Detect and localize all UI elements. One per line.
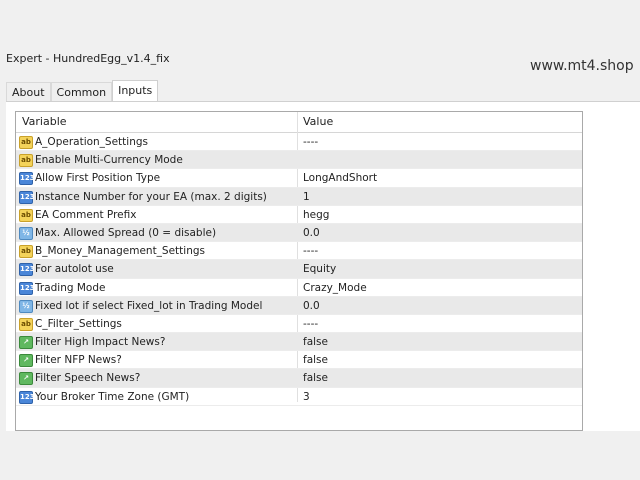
boolean-type-icon: ↗ (19, 354, 33, 368)
table-row[interactable]: ab EA Comment Prefix hegg (16, 206, 582, 224)
table-row[interactable]: ↗ Filter NFP News? false (16, 351, 582, 370)
integer-type-icon: 123 (19, 172, 35, 186)
row-variable: B_Money_Management_Settings (35, 245, 205, 258)
table-row[interactable]: ↗ Filter High Impact News? false (16, 333, 582, 352)
row-value[interactable]: hegg (303, 206, 329, 224)
text-type-icon: ab (19, 208, 33, 222)
row-variable: Trading Mode (35, 281, 106, 294)
double-type-icon: ½ (19, 299, 33, 313)
row-value[interactable]: ---- (303, 133, 318, 151)
header-variable[interactable]: Variable (22, 112, 67, 132)
grid-rows: ab A_Operation_Settings ---- ab Enable Multi… (16, 133, 582, 406)
table-row[interactable]: 123 Trading Mode Crazy_Mode (16, 279, 582, 297)
double-type-icon: ½ (19, 226, 33, 240)
row-variable: For autolot use (35, 263, 114, 276)
integer-type-icon: 123 (19, 263, 35, 277)
grid-header: Variable Value (16, 112, 582, 133)
table-row[interactable]: ab B_Money_Management_Settings ---- (16, 242, 582, 261)
row-value[interactable]: false (303, 351, 328, 369)
tab-bar: About Common Inputs (6, 80, 159, 103)
row-variable: Enable Multi-Currency Mode (35, 154, 183, 167)
row-variable: Instance Number for your EA (max. 2 digi… (35, 190, 267, 203)
row-value[interactable]: Equity (303, 260, 336, 278)
text-type-icon: ab (19, 317, 33, 331)
row-value[interactable]: 0.0 (303, 224, 320, 242)
text-type-icon: ab (19, 136, 33, 149)
watermark: www.mt4.shop (530, 58, 634, 74)
boolean-type-icon: ↗ (19, 372, 33, 386)
tab-about[interactable]: About (6, 82, 51, 103)
row-variable: C_Filter_Settings (35, 317, 122, 330)
table-row[interactable]: ab Enable Multi-Currency Mode (16, 151, 582, 170)
text-type-icon: ab (19, 245, 33, 259)
row-variable: A_Operation_Settings (35, 136, 149, 148)
row-value[interactable]: 3 (303, 388, 310, 406)
row-variable: Filter High Impact News? (35, 336, 166, 349)
table-row[interactable]: ab A_Operation_Settings ---- (16, 133, 582, 152)
table-row[interactable]: ab C_Filter_Settings ---- (16, 315, 582, 334)
row-variable: EA Comment Prefix (35, 208, 137, 221)
row-value[interactable]: ---- (303, 242, 318, 260)
row-value[interactable]: false (303, 333, 328, 351)
row-variable: Max. Allowed Spread (0 = disable) (35, 226, 217, 239)
inputs-grid: Variable Value ab A_Operation_Settings ---… (15, 111, 583, 431)
table-row[interactable]: 123 For autolot use Equity (16, 260, 582, 279)
tab-inputs[interactable]: Inputs (112, 80, 159, 103)
row-value[interactable]: 0.0 (303, 297, 320, 315)
table-row[interactable]: ½ Max. Allowed Spread (0 = disable) 0.0 (16, 223, 582, 243)
row-variable: Allow First Position Type (35, 172, 161, 185)
header-value[interactable]: Value (303, 112, 333, 132)
tab-common[interactable]: Common (50, 82, 113, 103)
row-value[interactable]: ---- (303, 315, 318, 333)
row-value[interactable]: false (303, 369, 328, 387)
window-title: Expert - HundredEgg_v1.4_fix (6, 52, 170, 65)
row-variable: Filter Speech News? (35, 372, 141, 385)
table-row[interactable]: 123 Your Broker Time Zone (GMT) 3 (16, 388, 582, 406)
row-variable: Filter NFP News? (35, 354, 122, 367)
text-type-icon: ab (19, 154, 33, 168)
top-band (0, 0, 640, 50)
row-value[interactable]: Crazy_Mode (303, 279, 367, 297)
table-row[interactable]: 123 Allow First Position Type LongAndShort (16, 169, 582, 188)
integer-type-icon: 123 (19, 390, 35, 404)
table-row[interactable]: 123 Instance Number for your EA (max. 2 d… (16, 187, 582, 206)
integer-type-icon: 123 (19, 190, 35, 204)
table-row[interactable]: ↗ Filter Speech News? false (16, 369, 582, 388)
boolean-type-icon: ↗ (19, 336, 33, 350)
row-value[interactable]: 1 (303, 188, 310, 206)
row-value[interactable]: LongAndShort (303, 169, 377, 187)
table-row[interactable]: ½ Fixed lot if select Fixed_lot in Tradin… (16, 296, 582, 315)
row-variable: Fixed lot if select Fixed_lot in Trading… (35, 299, 263, 312)
integer-type-icon: 123 (19, 281, 35, 295)
row-variable: Your Broker Time Zone (GMT) (35, 390, 190, 403)
